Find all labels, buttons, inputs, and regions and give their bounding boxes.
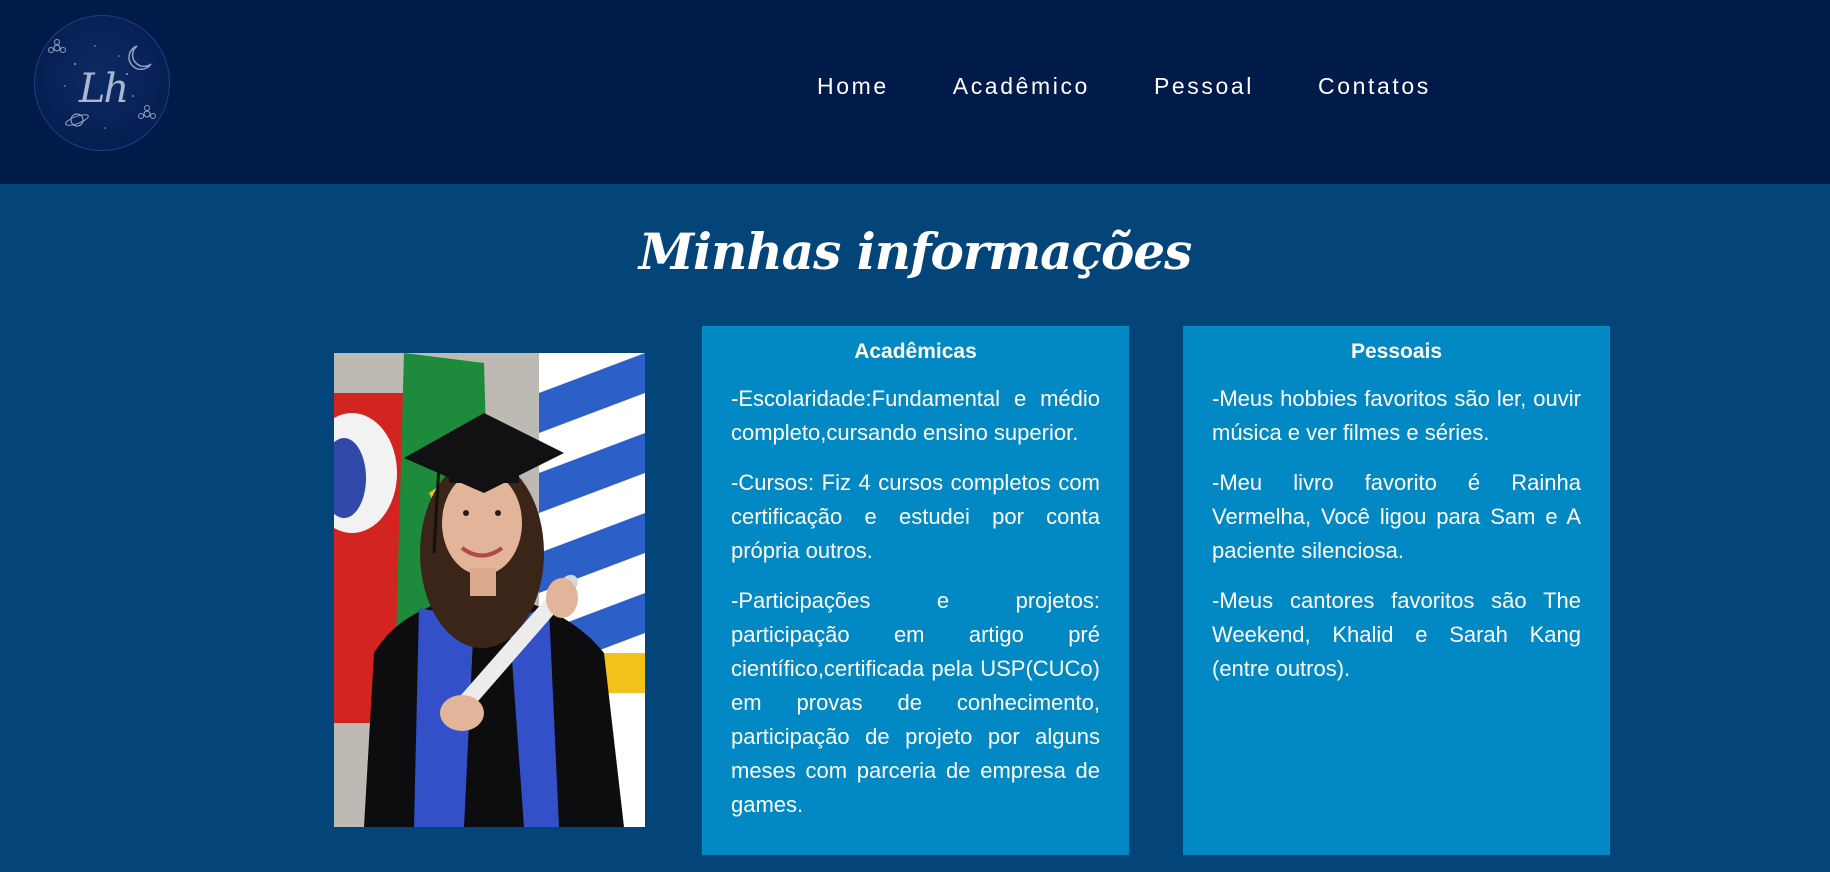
nav-home[interactable]: Home xyxy=(817,73,889,100)
personal-singers-text: -Meus cantores favoritos são The Weekend… xyxy=(1212,588,1581,681)
logo[interactable]: Lh xyxy=(34,15,170,151)
nav-contatos[interactable]: Contatos xyxy=(1318,73,1431,100)
page-title: Minhas informações xyxy=(638,222,1193,281)
nav-pessoal[interactable]: Pessoal xyxy=(1154,73,1254,100)
academic-education-text: -Escolaridade:Fundamental e médio comple… xyxy=(731,386,1100,445)
personal-info-card: Pessoais -Meus hobbies favoritos são ler… xyxy=(1183,326,1610,855)
personal-books-text: -Meu livro favorito é Rainha Vermelha, V… xyxy=(1212,470,1581,563)
personal-hobbies-text: -Meus hobbies favoritos são ler, ouvir m… xyxy=(1212,386,1581,445)
logo-initials: Lh xyxy=(78,66,129,112)
academic-info-card: Acadêmicas -Escolaridade:Fundamental e m… xyxy=(702,326,1129,855)
academic-courses-text: -Cursos: Fiz 4 cursos completos com cert… xyxy=(731,470,1100,563)
graduation-photo-icon xyxy=(334,353,645,827)
nav-academico[interactable]: Acadêmico xyxy=(953,73,1090,100)
personal-card-title: Pessoais xyxy=(1350,340,1443,363)
profile-photo xyxy=(334,353,645,827)
main-nav: Home Acadêmico Pessoal Contatos xyxy=(817,71,1431,101)
site-header: Lh Home Acadêmico Pessoal Contatos xyxy=(0,0,1830,184)
academic-projects-text: -Participações e projetos: participação … xyxy=(731,588,1100,817)
academic-card-title: Acadêmicas xyxy=(854,340,977,363)
